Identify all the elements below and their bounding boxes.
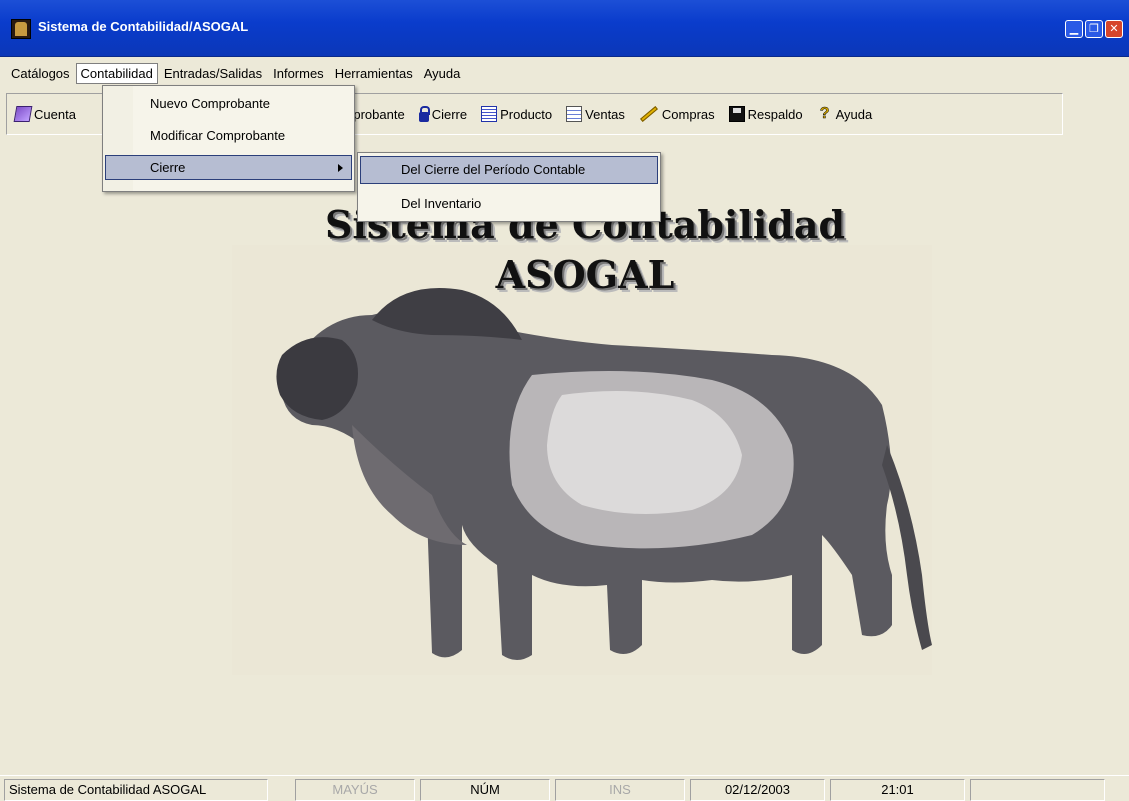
submenu-item-cierre-periodo-contable[interactable]: Del Cierre del Período Contable: [360, 156, 658, 184]
respaldo-label: Respaldo: [747, 106, 803, 122]
lock-icon: [418, 105, 430, 122]
bull-illustration: [276, 288, 932, 660]
status-extra: [970, 779, 1105, 801]
minimize-button[interactable]: ▁: [1065, 20, 1083, 38]
submenu-arrow-icon: [338, 164, 343, 172]
title-bar[interactable]: Sistema de Contabilidad/ASOGAL ▁ ❐ ✕: [0, 0, 1129, 57]
producto-button[interactable]: Producto: [481, 106, 552, 122]
close-button[interactable]: ✕: [1105, 20, 1123, 38]
contabilidad-menu: Nuevo Comprobante Modificar Comprobante …: [102, 85, 355, 192]
menu-informes[interactable]: Informes: [268, 63, 329, 84]
menu-entradas-salidas[interactable]: Entradas/Salidas: [159, 63, 267, 84]
producto-label: Producto: [500, 106, 553, 122]
disk-icon: [728, 106, 745, 122]
window-controls: ▁ ❐ ✕: [1065, 20, 1123, 38]
cierre-submenu: Del Cierre del Período Contable Del Inve…: [357, 152, 661, 222]
bull-image: [232, 245, 932, 675]
app-icon[interactable]: [11, 19, 31, 39]
ventas-label: Ventas: [585, 106, 625, 122]
menu-item-modificar-comprobante[interactable]: Modificar Comprobante: [105, 123, 352, 148]
cierre-button[interactable]: Cierre: [418, 105, 468, 122]
status-insert: INS: [555, 779, 685, 801]
window-title: Sistema de Contabilidad/ASOGAL: [38, 19, 249, 34]
maximize-button[interactable]: ❐: [1085, 20, 1103, 38]
ayuda-label: Ayuda: [835, 106, 873, 122]
status-app-name: Sistema de Contabilidad ASOGAL: [4, 779, 268, 801]
status-num-lock: NÚM: [420, 779, 550, 801]
respaldo-button[interactable]: Respaldo: [728, 106, 803, 122]
ayuda-button[interactable]: ? Ayuda: [817, 105, 873, 122]
cuentas-label: Cuenta: [34, 106, 76, 122]
compras-button[interactable]: Compras: [639, 106, 715, 122]
menu-contabilidad[interactable]: Contabilidad: [75, 62, 158, 84]
cierre-label: Cierre: [431, 106, 468, 122]
menu-ayuda[interactable]: Ayuda: [419, 63, 466, 84]
menu-item-nuevo-comprobante[interactable]: Nuevo Comprobante: [105, 91, 352, 116]
status-bar: Sistema de Contabilidad ASOGAL MAYÚS NÚM…: [0, 775, 1129, 801]
help-icon: ?: [819, 105, 830, 122]
menu-item-cierre-label: Cierre: [150, 160, 186, 175]
main-area: Sistema de Contabilidad ASOGAL: [0, 140, 1129, 775]
submenu-item-inventario[interactable]: Del Inventario: [360, 190, 658, 218]
menu-item-cierre[interactable]: Cierre: [105, 155, 352, 180]
menu-catalogos[interactable]: Catálogos: [6, 63, 75, 84]
pencil-icon: [639, 106, 658, 122]
compras-label: Compras: [661, 106, 715, 122]
status-date: 02/12/2003: [690, 779, 825, 801]
menu-bar: Catálogos Contabilidad Entradas/Salidas …: [6, 61, 466, 85]
status-time: 21:01: [830, 779, 965, 801]
status-caps-lock: MAYÚS: [295, 779, 415, 801]
heading-line-2: ASOGAL: [495, 252, 675, 297]
book-icon: [13, 106, 33, 122]
ventas-button[interactable]: Ventas: [566, 106, 625, 122]
product-icon: [481, 106, 498, 122]
menu-herramientas[interactable]: Herramientas: [330, 63, 418, 84]
cuentas-button[interactable]: Cuenta: [13, 106, 76, 122]
sales-icon: [566, 106, 583, 122]
